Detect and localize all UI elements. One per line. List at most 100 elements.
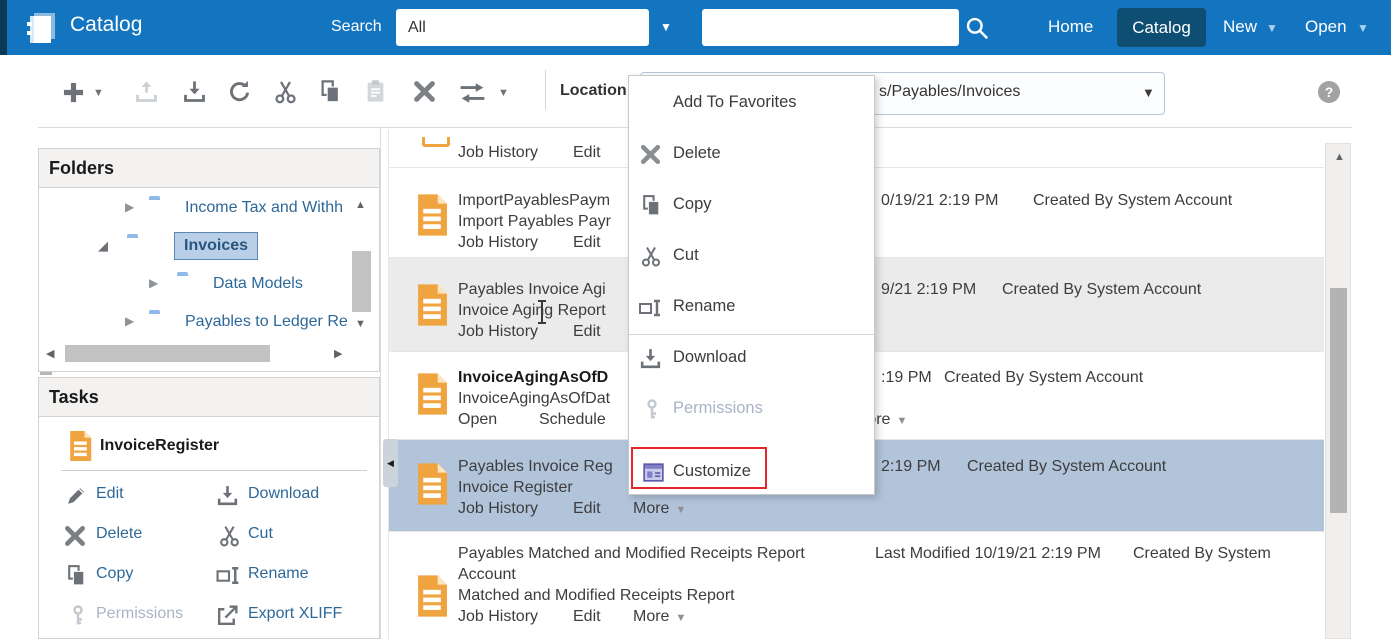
menu-download[interactable]: Download: [629, 339, 874, 379]
paste-button[interactable]: [362, 78, 389, 105]
refresh-button[interactable]: [226, 78, 253, 105]
task-copy[interactable]: Copy: [96, 565, 133, 583]
list-item-payables-matched-receipts[interactable]: Payables Matched and Modified Receipts R…: [389, 532, 1324, 639]
item-title[interactable]: InvoiceAgingAsOfD: [458, 369, 608, 387]
menu-permissions: Permissions: [629, 390, 874, 430]
schedule-link[interactable]: Schedule: [539, 411, 606, 429]
job-history-link[interactable]: Job History: [458, 144, 538, 162]
search-icon[interactable]: [963, 14, 990, 41]
job-history-link[interactable]: Job History: [458, 608, 538, 626]
item-description: Import Payables Payr: [458, 213, 611, 231]
download-button[interactable]: [181, 78, 208, 105]
edit-link[interactable]: Edit: [573, 500, 601, 518]
edit-link[interactable]: Edit: [573, 608, 601, 626]
tree-item-data-models[interactable]: Data Models: [213, 275, 303, 293]
cut-button[interactable]: [272, 78, 299, 105]
tree-scroll-right-icon[interactable]: ▶: [334, 349, 342, 360]
document-icon: [415, 372, 448, 416]
menu-cut[interactable]: Cut: [629, 237, 874, 277]
more-link[interactable]: More ▼: [633, 608, 686, 626]
menu-delete[interactable]: Delete: [629, 135, 874, 175]
menu-copy[interactable]: Copy: [629, 186, 874, 226]
location-caret-icon[interactable]: ▼: [1142, 85, 1155, 100]
customize-highlight-annotation: [631, 447, 767, 489]
more-caret-icon: ▼: [896, 415, 907, 427]
item-title[interactable]: Payables Invoice Agi: [458, 281, 606, 299]
created-by: Created By System Account: [944, 369, 1143, 387]
tree-vscroll-thumb[interactable]: [352, 251, 371, 312]
item-title[interactable]: ImportPayablesPaym: [458, 192, 610, 210]
tree-scroll-left-icon[interactable]: ◀: [46, 349, 54, 360]
task-cut[interactable]: Cut: [248, 525, 273, 543]
new-button[interactable]: [60, 79, 87, 106]
menu-divider: [629, 334, 874, 335]
scroll-up-icon[interactable]: ▲: [1334, 152, 1345, 163]
copy-icon: [639, 193, 664, 218]
copy-button[interactable]: [317, 78, 344, 105]
nav-catalog-active[interactable]: Catalog: [1117, 8, 1206, 47]
location-value: s/Payables/Invoices: [879, 83, 1020, 101]
task-delete[interactable]: Delete: [96, 525, 142, 543]
search-scope-select[interactable]: All: [396, 9, 649, 46]
more-link[interactable]: More▼: [633, 500, 686, 518]
tree-hscroll-thumb[interactable]: [65, 345, 270, 362]
task-rename[interactable]: Rename: [248, 565, 308, 583]
list-scrollbar-thumb[interactable]: [1330, 288, 1347, 513]
copy-shortcut-caret-icon[interactable]: ▼: [498, 87, 509, 99]
scope-caret-icon[interactable]: ▼: [660, 20, 672, 34]
item-title[interactable]: Payables Invoice Reg: [458, 458, 613, 476]
menu-add-to-favorites[interactable]: Add To Favorites: [629, 84, 874, 124]
edit-link[interactable]: Edit: [573, 144, 601, 162]
copy-shortcut-button[interactable]: [456, 80, 489, 106]
tree-item-invoices-selected[interactable]: Invoices: [174, 232, 258, 260]
task-edit[interactable]: Edit: [96, 485, 124, 503]
sidebar-collapse-handle[interactable]: ◀: [383, 439, 398, 487]
tasks-panel-title: Tasks: [39, 378, 379, 417]
tree-scroll-down-icon[interactable]: ▼: [355, 319, 366, 330]
item-title[interactable]: Payables Matched and Modified Receipts R…: [458, 545, 805, 563]
task-export-xliff[interactable]: Export XLIFF: [248, 605, 342, 623]
nav-open-caret-icon[interactable]: ▼: [1357, 21, 1369, 35]
rename-icon: [637, 296, 665, 320]
nav-new[interactable]: New: [1223, 17, 1257, 37]
job-history-link[interactable]: Job History: [458, 234, 538, 252]
document-icon: [68, 430, 92, 462]
nav-new-caret-icon[interactable]: ▼: [1266, 21, 1278, 35]
open-link[interactable]: Open: [458, 411, 497, 429]
job-history-link[interactable]: Job History: [458, 323, 538, 341]
item-description: Invoice Register: [458, 479, 573, 497]
more-caret-icon: ▼: [675, 612, 686, 624]
catalog-logo-icon: [24, 11, 58, 45]
nav-open[interactable]: Open: [1305, 17, 1347, 37]
last-modified: 9/21 2:19 PM: [881, 281, 976, 299]
search-input[interactable]: [702, 9, 959, 46]
panel-splitter-handle[interactable]: [40, 372, 52, 375]
created-by: Created By System Account: [1002, 281, 1201, 299]
list-scrollbar[interactable]: ▲: [1325, 143, 1351, 639]
edit-link[interactable]: Edit: [573, 234, 601, 252]
nav-home[interactable]: Home: [1048, 17, 1093, 37]
task-download[interactable]: Download: [248, 485, 319, 503]
collapse-caret-icon[interactable]: ◢: [98, 239, 108, 252]
header-bar: Catalog Search All ▼ Home Catalog New ▼ …: [0, 0, 1391, 55]
sidebar-divider: [380, 128, 381, 639]
menu-item-label: Copy: [673, 195, 712, 214]
tree-item-payables-ledger[interactable]: Payables to Ledger Re: [185, 313, 348, 331]
tree-scroll-up-icon[interactable]: ▲: [355, 200, 366, 211]
upload-button[interactable]: [133, 78, 160, 105]
window-edge: [0, 0, 7, 55]
edit-icon: [64, 483, 89, 508]
tree-item-income-tax[interactable]: Income Tax and Withh: [185, 199, 343, 217]
menu-rename[interactable]: Rename: [629, 288, 874, 328]
new-button-caret-icon[interactable]: ▼: [93, 87, 104, 99]
expand-caret-icon[interactable]: ▶: [149, 277, 158, 289]
help-button[interactable]: ?: [1318, 81, 1340, 103]
delete-icon: [638, 142, 663, 167]
menu-item-label: Delete: [673, 144, 721, 163]
delete-button[interactable]: [411, 78, 438, 105]
job-history-link[interactable]: Job History: [458, 500, 538, 518]
expand-caret-icon[interactable]: ▶: [125, 201, 134, 213]
edit-link[interactable]: Edit: [573, 323, 601, 341]
expand-caret-icon[interactable]: ▶: [125, 315, 134, 327]
more-label: More: [633, 608, 669, 625]
